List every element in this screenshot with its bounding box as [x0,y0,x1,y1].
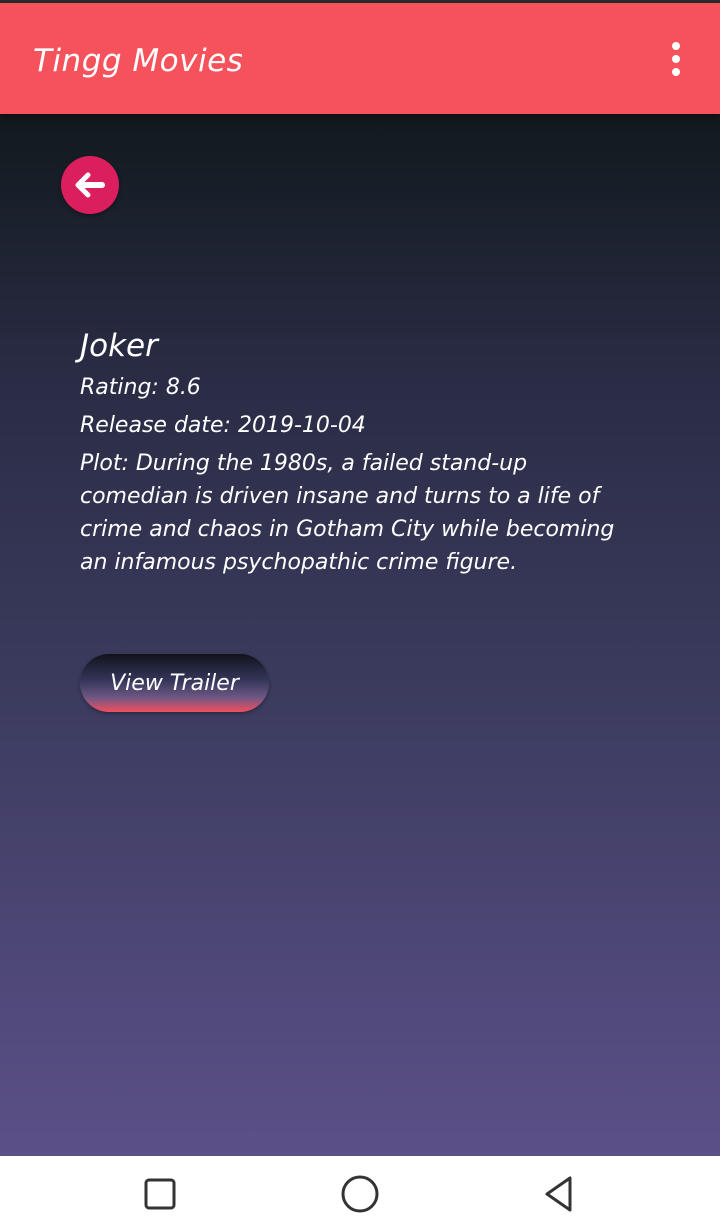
app-bar: Tingg Movies [0,3,720,114]
arrow-left-icon [75,172,105,198]
movie-rating: Rating: 8.6 [80,375,201,400]
system-back-button[interactable] [540,1174,580,1214]
menu-dot [672,55,680,63]
view-trailer-button[interactable]: View Trailer [80,654,269,712]
movie-info: Joker Rating: 8.6 Release date: 2019-10-… [80,327,640,579]
menu-dot [672,42,680,50]
back-button[interactable] [61,156,119,214]
recents-square-icon [144,1178,176,1210]
system-nav-bar [0,1156,720,1232]
movie-release-date: Release date: 2019-10-04 [80,413,366,438]
app-title: Tingg Movies [33,43,244,79]
recents-button[interactable] [140,1174,180,1214]
back-triangle-icon [545,1176,572,1212]
menu-dot [672,68,680,76]
home-circle-icon [341,1175,379,1213]
movie-detail-screen: Joker Rating: 8.6 Release date: 2019-10-… [0,114,720,1156]
home-button[interactable] [340,1174,380,1214]
movie-title: Joker [80,328,158,364]
movie-plot: Plot: During the 1980s, a failed stand-u… [80,451,615,575]
more-vert-icon[interactable] [660,39,692,79]
